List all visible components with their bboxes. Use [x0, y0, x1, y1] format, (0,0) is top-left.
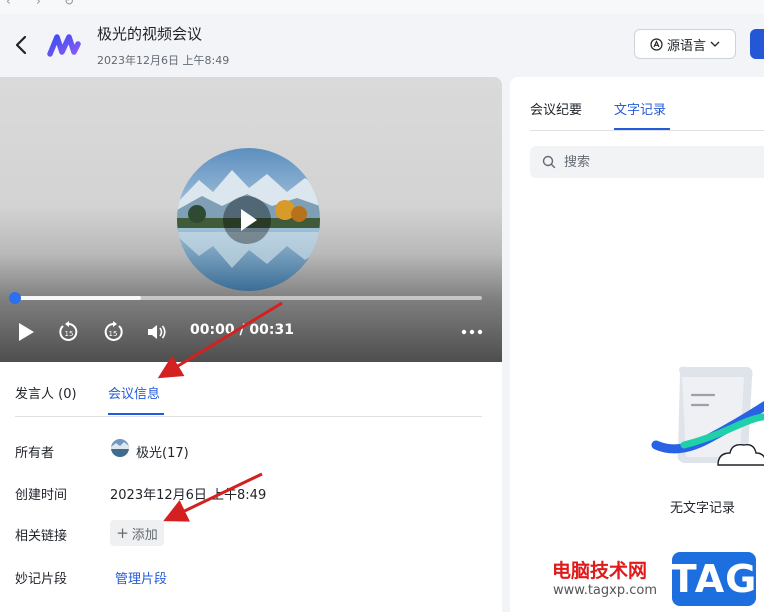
back-button[interactable] [12, 34, 32, 56]
add-link-button[interactable]: + 添加 [110, 520, 164, 546]
header: 极光的视频会议 2023年12月6日 上午8:49 源语言 [0, 14, 764, 76]
playback-time: 00:00 / 00:31 [190, 322, 294, 338]
left-panel: 15 15 00:00 / 00:31 发言人 (0) 会议信息 所有者 极光(… [0, 77, 502, 612]
svg-text:15: 15 [65, 330, 74, 338]
manage-clips-link[interactable]: 管理片段 [115, 568, 167, 587]
more-options-button[interactable] [460, 321, 484, 343]
more-horizontal-icon [461, 329, 483, 335]
created-time-value: 2023年12月6日 上午8:49 [110, 488, 267, 503]
tab-meeting-notes[interactable]: 会议纪要 [530, 99, 582, 118]
tab-transcript[interactable]: 文字记录 [614, 99, 666, 118]
chevron-left-icon [15, 35, 27, 55]
search-bar[interactable] [530, 146, 764, 178]
progress-handle[interactable] [9, 292, 21, 304]
center-play-button[interactable] [223, 196, 271, 244]
primary-action-button[interactable] [750, 29, 764, 59]
play-button[interactable] [16, 321, 36, 343]
nav-forward-icon[interactable]: › [36, 0, 41, 8]
refresh-icon[interactable]: ↻ [64, 0, 74, 8]
clips-label: 妙记片段 [15, 572, 68, 587]
translate-icon [650, 37, 663, 51]
volume-button[interactable] [146, 321, 168, 343]
source-language-button[interactable]: 源语言 [634, 29, 736, 59]
rewind-15-button[interactable]: 15 [57, 321, 81, 343]
video-player[interactable]: 15 15 00:00 / 00:31 [0, 77, 502, 362]
svg-text:15: 15 [109, 330, 118, 338]
add-link-label: 添加 [131, 527, 158, 543]
created-time-label: 创建时间 [15, 488, 68, 503]
owner-avatar [111, 439, 129, 457]
progress-buffered [15, 296, 142, 300]
nav-back-icon[interactable]: ‹ [6, 0, 11, 8]
watermark-site-name: 电脑技术网 [552, 560, 648, 582]
progress-bar[interactable] [9, 292, 482, 304]
chevron-down-icon [710, 41, 720, 47]
owner-name[interactable]: 极光(17) [136, 442, 189, 461]
volume-icon [148, 325, 166, 339]
empty-state-text: 无文字记录 [670, 501, 736, 516]
related-links-label: 相关链接 [15, 529, 68, 544]
active-tab-indicator [614, 128, 670, 130]
plus-icon: + [116, 523, 129, 542]
active-tab-indicator [108, 413, 164, 415]
title-bar-strip: ‹ › ↻ [0, 0, 764, 14]
right-panel: 会议纪要 文字记录 无文字记录 [510, 77, 764, 612]
tab-meeting-info[interactable]: 会议信息 [108, 383, 160, 402]
rewind-15-icon: 15 [59, 321, 78, 341]
search-input[interactable] [562, 153, 746, 171]
play-icon [19, 323, 34, 341]
owner-label: 所有者 [15, 446, 55, 461]
minutes-logo-icon [47, 30, 83, 60]
info-tabs: 发言人 (0) 会议信息 [15, 372, 482, 417]
source-language-label: 源语言 [666, 38, 706, 54]
meeting-title: 极光的视频会议 [97, 25, 203, 43]
watermark-tag-logo: TAG [671, 552, 756, 606]
search-icon [542, 155, 556, 169]
empty-transcript-illustration [648, 365, 764, 475]
transcript-tabs: 会议纪要 文字记录 [530, 77, 764, 131]
tab-speakers[interactable]: 发言人 (0) [15, 383, 77, 402]
meeting-datetime: 2023年12月6日 上午8:49 [97, 54, 230, 67]
forward-15-button[interactable]: 15 [101, 321, 125, 343]
forward-15-icon: 15 [104, 321, 123, 341]
watermark-url: www.tagxp.com [553, 583, 657, 598]
